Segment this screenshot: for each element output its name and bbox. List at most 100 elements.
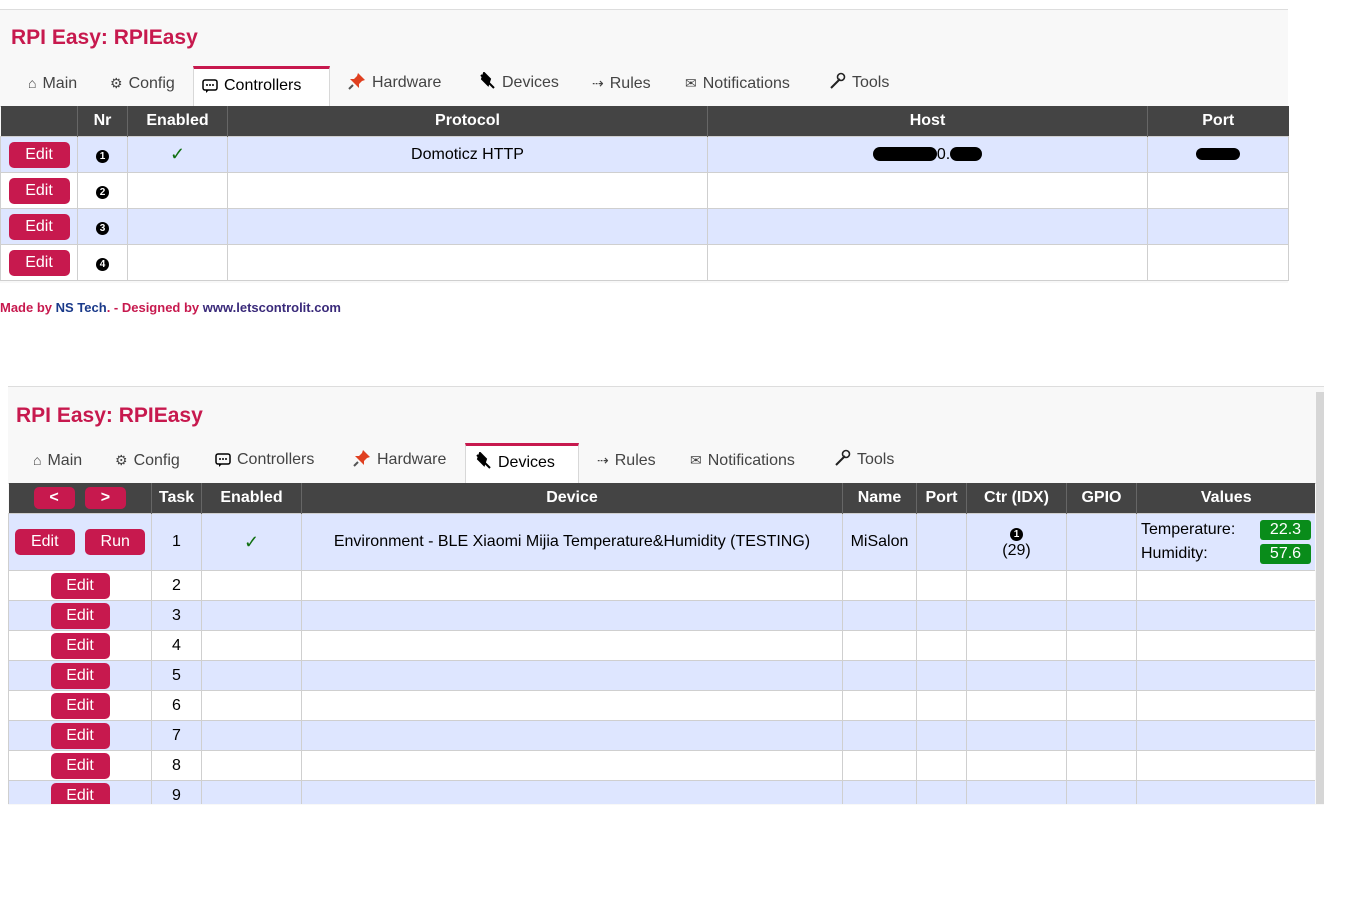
- protocol-cell: [227, 208, 708, 245]
- tab-label: Main: [42, 75, 78, 92]
- tab-controllers[interactable]: Controllers: [193, 66, 330, 107]
- devices-table: < > Task Enabled Device Name Port Ctr (I…: [8, 483, 1315, 804]
- tab-label: Rules: [614, 452, 656, 469]
- device-cell: [301, 720, 843, 751]
- tab-label: Hardware: [372, 74, 442, 91]
- edit-button[interactable]: Edit: [50, 722, 110, 749]
- enabled-cell: [201, 780, 302, 804]
- run-button[interactable]: Run: [85, 529, 146, 555]
- tab-notifications[interactable]: ✉ Notifications: [677, 66, 798, 102]
- edit-button[interactable]: Edit: [50, 782, 110, 804]
- nr-cell: 3: [77, 208, 128, 245]
- edit-cell: Edit: [0, 244, 78, 281]
- prev-page-button[interactable]: <: [33, 487, 75, 509]
- edit-button[interactable]: Edit: [50, 632, 110, 659]
- edit-button[interactable]: Edit: [50, 692, 110, 719]
- tab-hardware[interactable]: Hardware: [340, 66, 449, 102]
- table-row: Edit 3: [8, 600, 1315, 631]
- column-header: GPIO: [1066, 483, 1137, 514]
- tab-label: Config: [133, 452, 180, 469]
- tab-label: Tools: [857, 451, 895, 468]
- edit-button[interactable]: Edit: [50, 662, 110, 689]
- task-cell: 1: [151, 513, 202, 571]
- redaction-mark: [1196, 148, 1240, 161]
- tab-label: Hardware: [377, 451, 447, 468]
- page-title: RPI Easy: RPIEasy: [11, 26, 198, 49]
- ctr-cell: [966, 690, 1067, 721]
- tab-rules[interactable]: ⇢ Rules: [584, 66, 659, 102]
- device-cell: [301, 570, 843, 601]
- host-cell: 0.: [707, 136, 1148, 173]
- devices-table-wrap: < > Task Enabled Device Name Port Ctr (I…: [8, 483, 1315, 804]
- edit-button[interactable]: Edit: [8, 141, 70, 168]
- table-row: Edit 4: [8, 630, 1315, 661]
- ctr-cell: [966, 660, 1067, 691]
- humidity-value: 57.6: [1260, 544, 1311, 564]
- next-page-button[interactable]: >: [84, 487, 126, 509]
- scrollbar[interactable]: [1316, 392, 1324, 804]
- gpio-cell: [1066, 600, 1137, 631]
- name-cell: MiSalon: [842, 513, 917, 571]
- tab-main[interactable]: ⌂ Main: [25, 443, 90, 479]
- tab-config[interactable]: ⚙ Config: [107, 443, 188, 479]
- enabled-cell: [201, 690, 302, 721]
- gpio-cell: [1066, 720, 1137, 751]
- tab-bar: ⌂ Main ⚙ Config Controllers Hardware Devic…: [0, 66, 1288, 107]
- task-cell: 6: [151, 690, 202, 721]
- values-cell: [1136, 690, 1315, 721]
- ctr-cell: [966, 600, 1067, 631]
- actions-cell: Edit: [8, 690, 152, 721]
- value-label: Humidity:: [1141, 545, 1208, 562]
- footer: Made by NS Tech. - Designed by www.letsc…: [0, 300, 341, 315]
- edit-button[interactable]: Edit: [8, 177, 70, 204]
- values-cell: [1136, 630, 1315, 661]
- tab-tools[interactable]: Tools: [820, 66, 897, 102]
- tab-devices[interactable]: Devices: [465, 443, 579, 484]
- edit-button[interactable]: Edit: [50, 572, 110, 599]
- tab-controllers[interactable]: Controllers: [207, 443, 322, 479]
- protocol-cell: [227, 172, 708, 209]
- host-cell: [707, 208, 1148, 245]
- column-header: Values: [1136, 483, 1315, 514]
- values-cell: [1136, 660, 1315, 691]
- edit-button[interactable]: Edit: [50, 752, 110, 779]
- nr-badge: 2: [96, 185, 109, 199]
- column-header: Device: [301, 483, 843, 514]
- page-title: RPI Easy: RPIEasy: [16, 404, 203, 427]
- arrow-icon: ⇢: [597, 452, 609, 468]
- tab-main[interactable]: ⌂ Main: [20, 66, 85, 102]
- ns-tech-link[interactable]: NS Tech: [56, 300, 107, 315]
- task-cell: 5: [151, 660, 202, 691]
- edit-button[interactable]: Edit: [8, 213, 70, 240]
- tab-config[interactable]: ⚙ Config: [102, 66, 183, 102]
- letscontrolit-link[interactable]: www.letscontrolit.com: [203, 300, 341, 315]
- column-header: Nr: [77, 106, 128, 137]
- column-header: Enabled: [201, 483, 302, 514]
- gear-icon: ⚙: [110, 75, 123, 91]
- enabled-cell: [201, 660, 302, 691]
- edit-button[interactable]: Edit: [14, 529, 75, 555]
- values-cell: Temperature: 22.3 Humidity: 57.6: [1136, 513, 1315, 571]
- table-row: Edit 6: [8, 690, 1315, 721]
- actions-cell: Edit: [8, 750, 152, 781]
- ctr-idx: (29): [1002, 542, 1031, 559]
- tab-bar: ⌂ Main ⚙ Config Controllers Hardware Devic…: [8, 443, 1324, 484]
- edit-button[interactable]: Edit: [8, 249, 70, 276]
- edit-button[interactable]: Edit: [50, 602, 110, 629]
- envelope-icon: ✉: [690, 452, 702, 468]
- footer-text: Made by: [0, 300, 56, 315]
- tab-devices[interactable]: Devices: [470, 66, 567, 102]
- tab-label: Devices: [498, 454, 555, 471]
- gpio-cell: [1066, 660, 1137, 691]
- port-cell: [1147, 244, 1289, 281]
- enabled-cell: [201, 570, 302, 601]
- port-cell: [916, 630, 967, 661]
- tab-rules[interactable]: ⇢ Rules: [589, 443, 664, 479]
- wrench-icon: [835, 449, 851, 466]
- tab-notifications[interactable]: ✉ Notifications: [682, 443, 803, 479]
- tab-tools[interactable]: Tools: [825, 443, 902, 479]
- tab-label: Controllers: [237, 451, 315, 468]
- tab-hardware[interactable]: Hardware: [345, 443, 454, 479]
- tab-label: Rules: [609, 75, 651, 92]
- check-icon: ✓: [243, 531, 260, 552]
